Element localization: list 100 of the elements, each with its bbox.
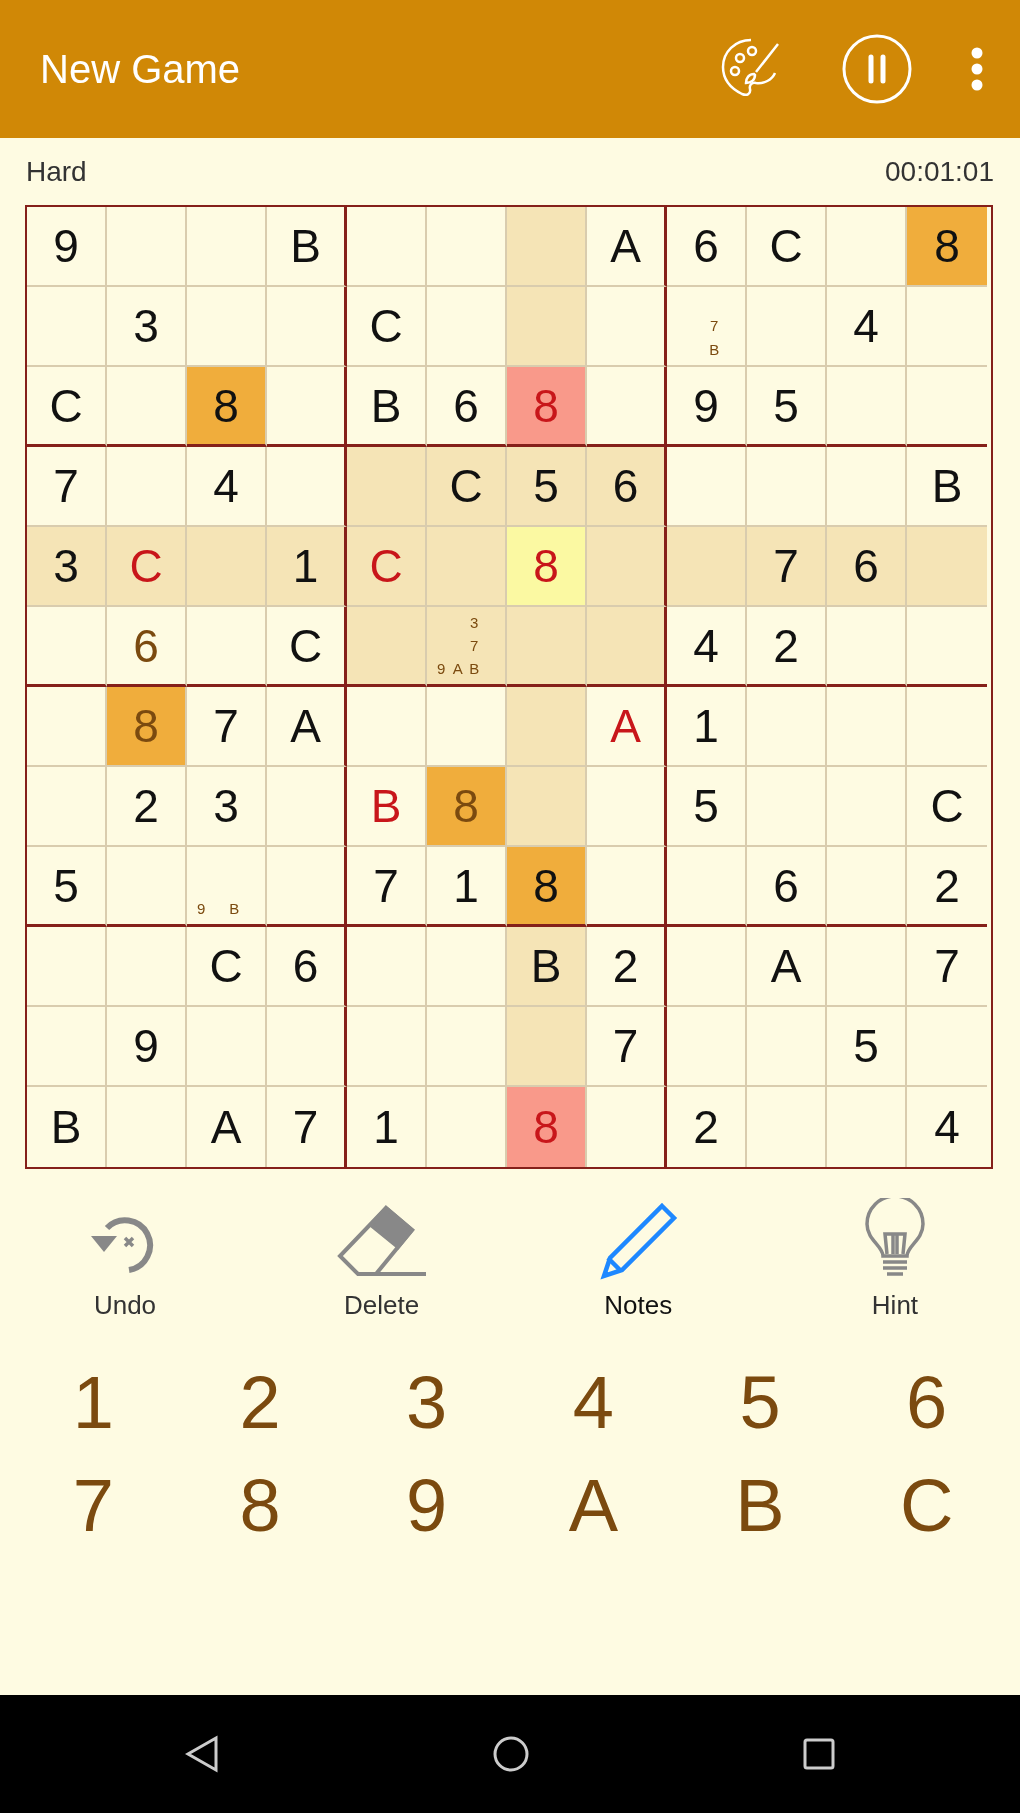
pause-icon[interactable] [842,34,912,104]
notes-cell[interactable]: 3 7 9 A B [427,607,507,687]
recents-icon[interactable] [803,1738,836,1770]
board-cell[interactable]: 4 [827,287,907,367]
board-cell[interactable]: 2 [747,607,827,687]
note-digit: B [708,339,721,360]
note-digit: A [451,659,464,679]
board-cell[interactable]: 5 [747,367,827,447]
keypad-key[interactable]: 8 [176,1454,344,1557]
board-cell[interactable]: 8 [427,767,507,847]
board-cell[interactable]: 6 [667,207,747,287]
board-cell[interactable]: C [427,447,507,527]
board-cell[interactable]: 1 [667,687,747,767]
board-cell[interactable]: A [587,687,667,767]
board-cell[interactable]: 7 [347,847,427,927]
keypad-key[interactable]: C [843,1454,1010,1557]
board-cell[interactable]: 7 [587,1007,667,1087]
board-cell[interactable]: 4 [907,1087,987,1167]
more-options-icon[interactable] [970,47,984,91]
keypad-key[interactable]: 9 [343,1454,510,1557]
keypad-key[interactable]: 4 [510,1351,677,1454]
tool-button[interactable]: Delete [306,1197,457,1325]
tool-button[interactable]: Notes [563,1197,714,1325]
board-cell[interactable]: 6 [267,927,347,1007]
board-cell[interactable]: 2 [907,847,987,927]
home-icon[interactable] [492,1735,530,1773]
board-cell[interactable]: 4 [667,607,747,687]
pencil-icon [598,1201,679,1282]
note-digit: B [228,899,241,919]
board-cell[interactable]: 8 [907,207,987,287]
difficulty-label: Hard [26,154,87,189]
board-cell[interactable]: 3 [27,527,107,607]
board-cell[interactable]: 9 [27,207,107,287]
board-cell[interactable]: 2 [667,1087,747,1167]
board-cell[interactable]: 8 [107,687,187,767]
keypad-key[interactable]: 2 [176,1351,344,1454]
board-cell[interactable]: 3 [187,767,267,847]
board-cell[interactable]: 8 [507,527,587,607]
keypad-key[interactable]: 6 [843,1351,1010,1454]
tool-button[interactable]: Undo [50,1197,200,1325]
app-title: New Game [40,46,241,93]
board-cell[interactable]: 6 [747,847,827,927]
notes-cell[interactable]: 7 B [667,287,747,367]
keypad-key[interactable]: B [676,1454,844,1557]
board-cell[interactable]: 6 [827,527,907,607]
board-cell[interactable]: 1 [267,527,347,607]
board-cell[interactable] [587,607,667,687]
board-cell[interactable]: 7 [267,1087,347,1167]
board-cell[interactable]: B [507,927,587,1007]
board-cell[interactable]: 8 [187,367,267,447]
board-cell[interactable]: C [27,367,107,447]
note-digit: B [468,659,481,679]
board-cell[interactable]: C [747,207,827,287]
board-cell[interactable]: C [347,287,427,367]
board-cell[interactable]: 8 [507,847,587,927]
board-cell[interactable]: B [267,207,347,287]
keypad-key[interactable]: 1 [10,1351,177,1454]
board-cell[interactable]: 5 [667,767,747,847]
board-cell[interactable]: C [107,527,187,607]
board-cell[interactable]: 9 [667,367,747,447]
board-cell[interactable]: 5 [27,847,107,927]
board-cell[interactable]: 9 [107,1007,187,1087]
note-digit: 3 [469,613,480,633]
notes-cell[interactable]: 9 B [187,847,267,927]
board-cell[interactable]: 1 [347,1087,427,1167]
keypad-key[interactable]: 5 [676,1351,844,1454]
board-cell[interactable] [267,1007,347,1087]
board-cell[interactable] [587,767,667,847]
keypad-key[interactable]: A [510,1454,677,1557]
keypad-key[interactable]: 7 [10,1454,177,1557]
board-cell[interactable]: 7 [187,687,267,767]
board-cell[interactable] [267,287,347,367]
board-cell[interactable]: A [187,1087,267,1167]
board-cell[interactable]: 5 [827,1007,907,1087]
board-cell[interactable]: C [907,767,987,847]
board-cell[interactable]: A [587,207,667,287]
note-digit: 7 [709,316,720,337]
board-cell[interactable] [267,767,347,847]
board-cell[interactable] [267,847,347,927]
board-cell[interactable] [267,367,347,447]
note-digit: 7 [469,636,480,656]
board-cell[interactable]: 2 [107,767,187,847]
tool-button[interactable]: Hint [819,1197,970,1325]
board-cell[interactable]: 7 [747,527,827,607]
board-cell[interactable] [587,527,667,607]
timer-text: 00:01:01 [885,154,994,189]
board-cell[interactable]: 3 [107,287,187,367]
board-cell[interactable]: 7 [907,927,987,1007]
board-cell[interactable] [587,287,667,367]
board-cell[interactable]: 2 [587,927,667,1007]
board-cell[interactable]: C [187,927,267,1007]
keypad-key[interactable]: 3 [343,1351,510,1454]
board-cell[interactable]: A [747,927,827,1007]
board-cell[interactable]: 5 [507,447,587,527]
back-icon[interactable] [184,1735,219,1773]
board-cell[interactable]: A [267,687,347,767]
board-cell[interactable]: B [27,1087,107,1167]
board-cell[interactable]: 6 [587,447,667,527]
board-cell[interactable]: C [347,527,427,607]
board-cell[interactable] [587,847,667,927]
